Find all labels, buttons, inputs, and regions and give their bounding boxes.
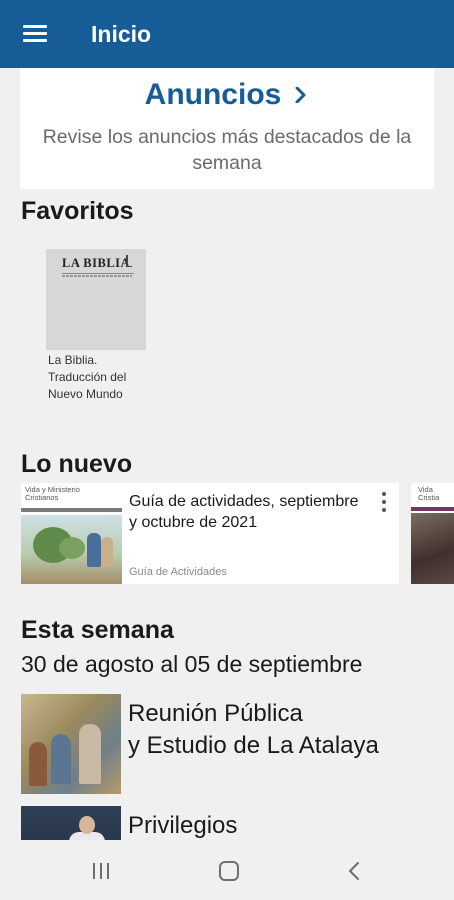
announcements-card[interactable]: Anuncios Revise los anuncios más destaca… bbox=[20, 68, 434, 189]
meeting-item-public-talk[interactable]: Reunión Pública y Estudio de La Atalaya bbox=[21, 694, 434, 794]
chevron-right-icon[interactable] bbox=[293, 87, 309, 103]
whats-new-card-next[interactable]: Vida Cristia bbox=[411, 483, 454, 584]
publication-thumbnail[interactable]: Vida y Ministerio Cristianos bbox=[21, 483, 122, 584]
week-date-range: 30 de agosto al 05 de septiembre bbox=[21, 651, 363, 677]
publication-cover[interactable]: LA BIBLIA bbox=[46, 249, 146, 350]
meeting-title-line1: Reunión Pública bbox=[128, 700, 303, 727]
meeting-thumbnail[interactable] bbox=[21, 694, 121, 794]
meeting-thumbnail[interactable] bbox=[21, 806, 121, 840]
home-icon[interactable] bbox=[219, 861, 239, 881]
thumbnail-bar bbox=[21, 508, 122, 512]
announcements-header[interactable]: Anuncios bbox=[20, 75, 434, 115]
whats-new-heading: Lo nuevo bbox=[21, 450, 133, 478]
page-title: Inicio bbox=[91, 20, 152, 47]
thumbnail-title-line2: Cristianos bbox=[25, 493, 59, 502]
meeting-item-privileges[interactable]: Privilegios bbox=[21, 806, 434, 840]
app-bar: Inicio bbox=[0, 0, 454, 68]
favorite-item[interactable]: LA BIBLIA La Biblia. Traducción del Nuev… bbox=[46, 249, 146, 403]
thumbnail-illustration bbox=[21, 515, 122, 584]
whats-new-body[interactable]: Guía de actividades, septiembre y octubr… bbox=[122, 483, 399, 584]
thumbnail-title-line2: Cristia bbox=[418, 493, 440, 502]
meeting-title-line2: y Estudio de La Atalaya bbox=[128, 732, 379, 759]
this-week-heading: Esta semana bbox=[21, 616, 174, 644]
cover-subtitle-lines bbox=[62, 275, 132, 277]
meeting-title[interactable]: Reunión Pública y Estudio de La Atalaya bbox=[128, 698, 379, 794]
announcements-description: Revise los anuncios más destacados de la… bbox=[42, 126, 412, 174]
meeting-title-line1: Privilegios bbox=[128, 812, 238, 839]
system-navigation-bar bbox=[0, 840, 454, 900]
thumbnail-header: Vida Cristia bbox=[411, 483, 454, 513]
whats-new-card[interactable]: Vida y Ministerio Cristianos Guía de act… bbox=[21, 483, 399, 584]
hamburger-bars bbox=[23, 25, 47, 43]
publication-title[interactable]: Guía de actividades, septiembre y octubr… bbox=[129, 491, 369, 533]
more-vert-icon[interactable] bbox=[381, 492, 387, 512]
cover-mark bbox=[126, 255, 132, 267]
cover-title: LA BIBLIA bbox=[62, 256, 131, 270]
thumbnail-header: Vida y Ministerio Cristianos bbox=[21, 483, 122, 515]
favorite-label[interactable]: La Biblia. Traducción del Nuevo Mundo bbox=[48, 352, 148, 403]
thumbnail-bar bbox=[411, 507, 454, 511]
thumbnail-illustration bbox=[411, 513, 454, 584]
hamburger-menu-icon[interactable] bbox=[0, 0, 72, 68]
favorites-heading: Favoritos bbox=[21, 197, 134, 225]
back-icon[interactable] bbox=[348, 862, 360, 880]
meeting-title[interactable]: Privilegios bbox=[128, 810, 237, 840]
announcements-title[interactable]: Anuncios bbox=[145, 78, 282, 112]
cover-rule bbox=[62, 273, 134, 274]
publication-category: Guía de Actividades bbox=[129, 566, 227, 578]
recents-icon[interactable] bbox=[93, 863, 111, 879]
